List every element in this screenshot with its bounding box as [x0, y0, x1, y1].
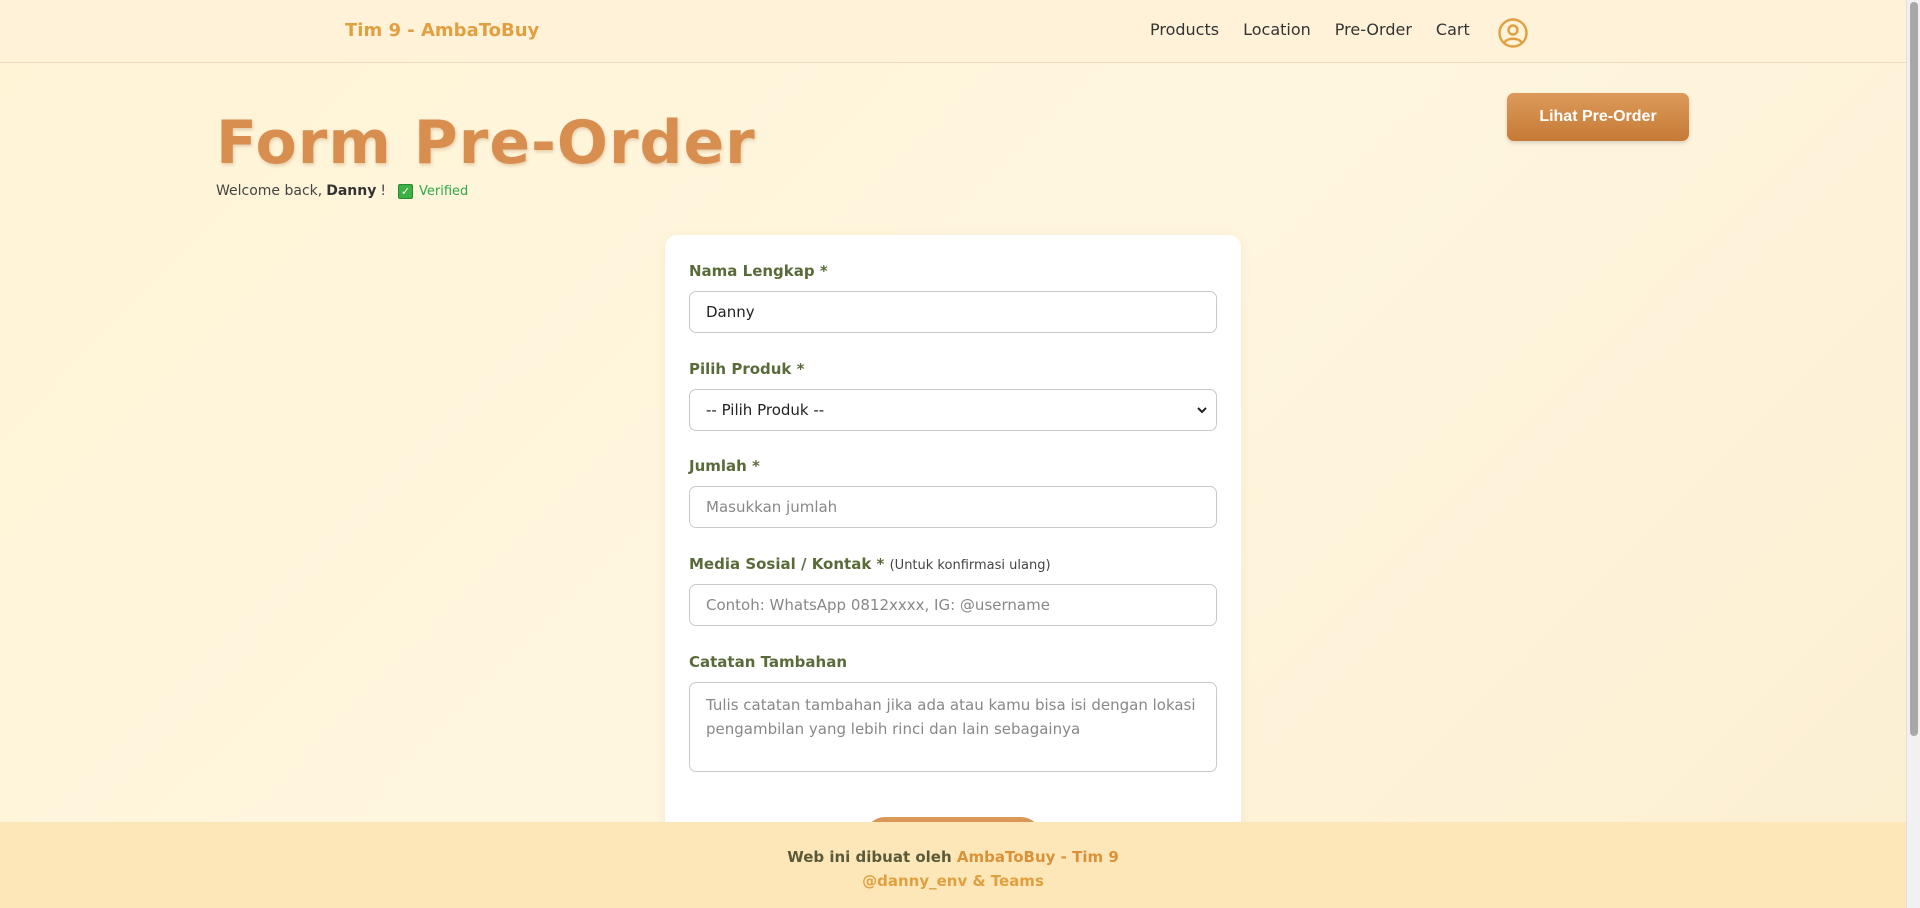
- user-name: Danny: [326, 183, 377, 199]
- nav-cart[interactable]: Cart: [1436, 20, 1470, 39]
- footer-team-credit: @danny_env & Teams: [862, 872, 1044, 890]
- kontak-label: Media Sosial / Kontak * (Untuk konfirmas…: [689, 555, 1051, 573]
- main-nav: Products Location Pre-Order Cart: [1150, 20, 1470, 39]
- jumlah-input[interactable]: Masukkan jumlah: [689, 486, 1217, 528]
- welcome-prefix: Welcome back,: [216, 183, 323, 199]
- brand-logo-text[interactable]: Tim 9 - AmbaToBuy: [345, 20, 539, 41]
- nav-pre-order[interactable]: Pre-Order: [1335, 20, 1412, 39]
- jumlah-label: Jumlah *: [689, 457, 760, 475]
- page-title: Form Pre-Order: [216, 108, 756, 178]
- kontak-note: (Untuk konfirmasi ulang): [889, 558, 1051, 573]
- nama-label: Nama Lengkap *: [689, 262, 828, 280]
- nav-location[interactable]: Location: [1243, 20, 1311, 39]
- kontak-label-text: Media Sosial / Kontak *: [689, 555, 885, 573]
- pre-order-form-card: Nama Lengkap * Danny Pilih Produk * -- P…: [665, 235, 1241, 857]
- check-icon: ✓: [397, 183, 413, 199]
- nav-products[interactable]: Products: [1150, 20, 1219, 39]
- footer-credit-line: Web ini dibuat oleh AmbaToBuy - Tim 9: [0, 848, 1906, 866]
- catatan-textarea[interactable]: Tulis catatan tambahan jika ada atau kam…: [689, 682, 1217, 772]
- footer: Web ini dibuat oleh AmbaToBuy - Tim 9 @d…: [0, 822, 1906, 908]
- scrollbar-thumb[interactable]: [1910, 2, 1918, 736]
- page-scrollbar[interactable]: [1906, 0, 1920, 908]
- catatan-label: Catatan Tambahan: [689, 653, 848, 671]
- kontak-input[interactable]: Contoh: WhatsApp 0812xxxx, IG: @username: [689, 584, 1217, 626]
- verified-badge: Verified: [418, 183, 469, 199]
- top-navbar: Tim 9 - AmbaToBuy Products Location Pre-…: [0, 0, 1906, 63]
- chevron-down-icon: [1197, 407, 1207, 414]
- welcome-message: Welcome back, Danny! ✓ Verified: [216, 183, 468, 199]
- welcome-suffix: !: [380, 183, 386, 199]
- produk-select[interactable]: -- Pilih Produk --: [689, 389, 1217, 431]
- lihat-pre-order-button[interactable]: Lihat Pre-Order: [1507, 93, 1689, 141]
- nama-input[interactable]: Danny: [689, 291, 1217, 333]
- footer-brand: AmbaToBuy - Tim 9: [956, 848, 1119, 866]
- footer-prefix: Web ini dibuat oleh: [787, 848, 952, 866]
- produk-label: Pilih Produk *: [689, 360, 805, 378]
- user-circle-icon[interactable]: [1497, 17, 1529, 49]
- produk-selected-value: -- Pilih Produk --: [706, 401, 825, 419]
